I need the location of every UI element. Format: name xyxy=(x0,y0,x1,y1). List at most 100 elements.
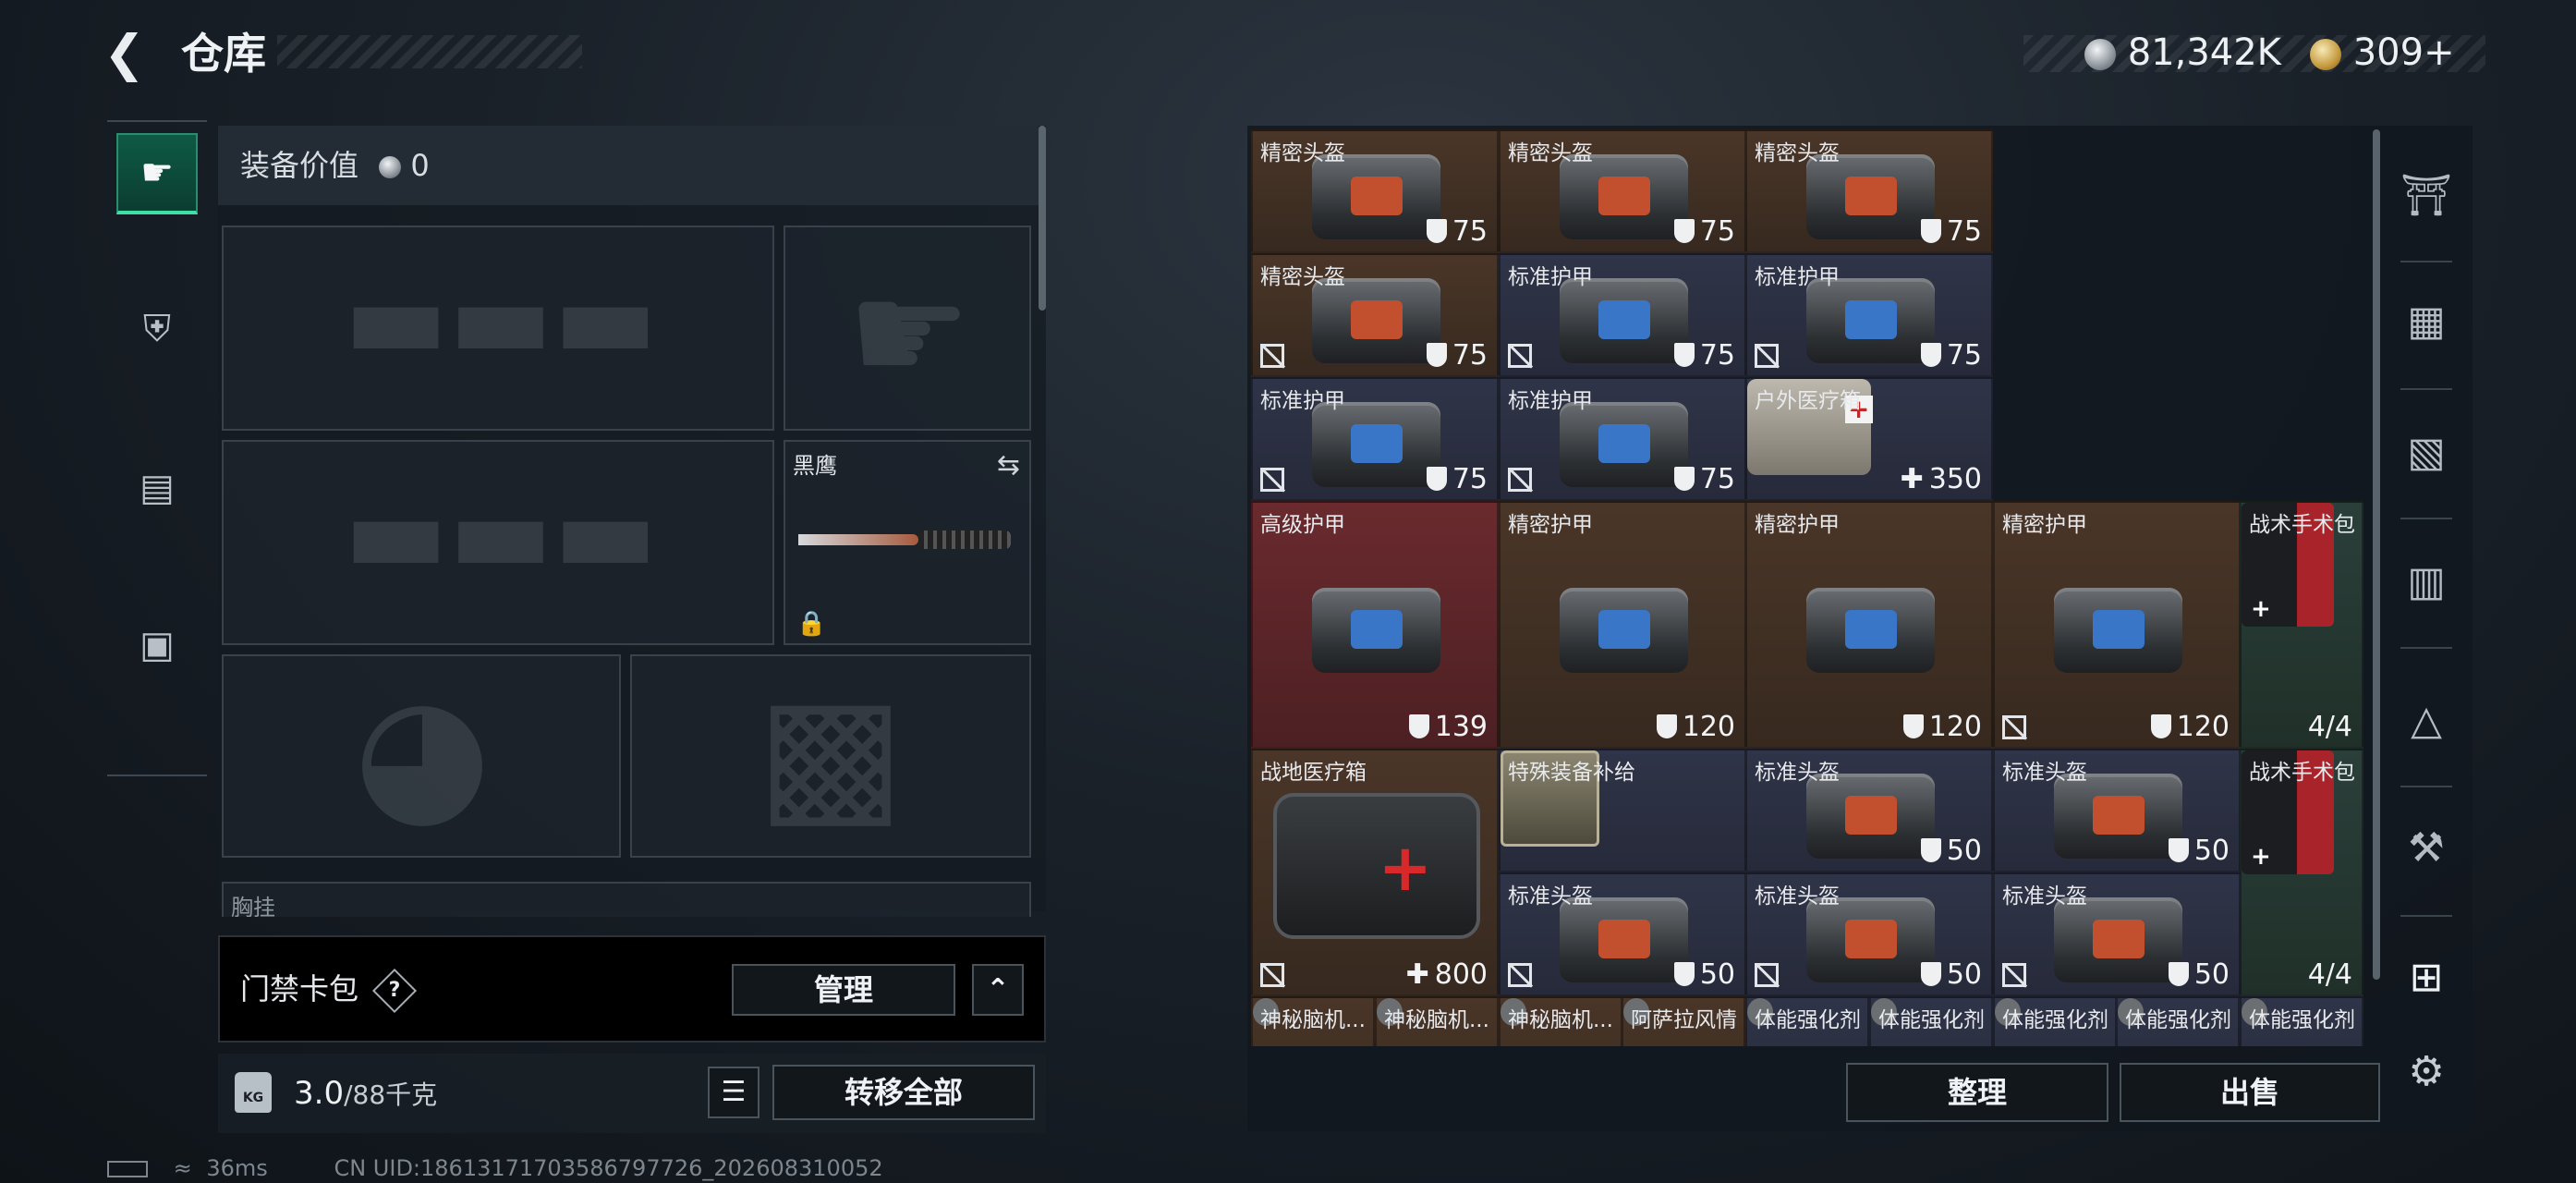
inventory-cell[interactable]: 标准护甲 75 xyxy=(1251,377,1499,501)
inventory-cell[interactable]: 体能强化剂 xyxy=(2240,996,2363,1046)
heal-icon: ✚ xyxy=(1405,958,1429,991)
silver-currency[interactable]: 81,342K xyxy=(2084,28,2281,78)
inventory-cell[interactable]: 标准护甲 75 xyxy=(1745,253,1993,377)
inventory-scrollbar[interactable] xyxy=(2373,129,2380,980)
item-value: ✚ 800 xyxy=(1406,958,1488,991)
card-pack-label: 门禁卡包 xyxy=(240,971,359,1006)
manage-button[interactable]: 管理 xyxy=(732,964,955,1016)
equipment-scrollbar[interactable] xyxy=(1039,126,1046,311)
inventory-cell[interactable]: + 战地医疗箱 ✚ 800 xyxy=(1251,749,1499,996)
inventory-cell[interactable]: + 战术手术包 4/4 xyxy=(2240,501,2363,749)
inventory-cell[interactable]: 标准头盔 50 xyxy=(1745,749,1993,872)
battery-icon xyxy=(107,1161,148,1177)
list-view-button[interactable]: ☰ xyxy=(708,1067,759,1118)
expand-storage-3-button[interactable]: ▥ xyxy=(2397,553,2456,612)
add-storage-button[interactable]: ⊞ xyxy=(2397,948,2456,1007)
inventory-cell[interactable]: + 战术手术包 4/4 xyxy=(2240,749,2363,996)
expand-storage-1-button[interactable]: ▦ xyxy=(2397,292,2456,351)
item-value: 4/4 xyxy=(2308,958,2352,991)
helmet-case-icon xyxy=(1560,154,1689,239)
pistol-slot[interactable]: ☛ xyxy=(784,226,1031,431)
help-icon[interactable]: ? xyxy=(372,968,418,1014)
inventory-cell[interactable]: 标准头盔 50 xyxy=(1993,872,2241,996)
shield-icon xyxy=(1673,343,1695,367)
case-emblem-icon xyxy=(1350,609,1403,650)
tool-divider xyxy=(2400,261,2452,262)
nav-weapons[interactable]: ☛ xyxy=(116,133,198,214)
inventory-cell[interactable]: 标准头盔 50 xyxy=(1745,872,1993,996)
inventory-cell[interactable]: 标准护甲 75 xyxy=(1499,253,1746,377)
inventory-cell[interactable]: 精密护甲 120 xyxy=(1499,501,1746,749)
item-name: 神秘脑机... xyxy=(1260,1008,1366,1032)
helmet-slot[interactable]: ◕ xyxy=(222,654,621,858)
tool-divider xyxy=(2400,647,2452,649)
item-value: 75 xyxy=(1426,215,1488,248)
chest-rig-slot[interactable]: 胸挂 xyxy=(222,882,1031,917)
item-value: 75 xyxy=(1673,215,1735,248)
inventory-cell[interactable]: 精密头盔 75 xyxy=(1499,129,1746,253)
expand-button[interactable]: ⌃ xyxy=(972,964,1024,1016)
melee-slot[interactable]: 黑鹰 ⇆ 🔒 xyxy=(784,440,1031,645)
knife-blade-icon xyxy=(798,534,918,545)
inventory-cell[interactable]: 精密头盔 75 xyxy=(1745,129,1993,253)
item-name: 精密护甲 xyxy=(1755,513,1840,537)
inventory-cell[interactable]: 精密护甲 120 xyxy=(1745,501,1993,749)
item-name: 精密头盔 xyxy=(1508,141,1593,165)
item-value-text: 75 xyxy=(1699,215,1735,248)
inventory-cell[interactable]: 高级护甲 139 xyxy=(1251,501,1499,749)
shield-icon xyxy=(1426,343,1447,367)
storage-tool-button[interactable]: ⛩ xyxy=(2397,166,2456,226)
item-name: 标准护甲 xyxy=(1260,389,1345,413)
inventory-cell[interactable]: 特殊装备补给 xyxy=(1499,749,1746,872)
inventory-cell[interactable]: 标准头盔 50 xyxy=(1499,872,1746,996)
item-name: 体能强化剂 xyxy=(1878,1008,1985,1032)
item-name: 精密头盔 xyxy=(1260,265,1345,289)
tool-divider xyxy=(2400,786,2452,787)
inventory-cell[interactable]: 体能强化剂 xyxy=(1993,996,2117,1046)
item-value: ✚ 350 xyxy=(1901,463,1982,495)
case-emblem-icon xyxy=(1350,423,1403,464)
inventory-cell[interactable]: 体能强化剂 xyxy=(1869,996,1993,1046)
unbound-icon xyxy=(1260,963,1284,987)
inventory-cell[interactable]: 标准头盔 50 xyxy=(1993,749,2241,872)
inventory-cell[interactable]: 精密护甲 120 xyxy=(1993,501,2241,749)
inventory-cell[interactable]: 神秘脑机... xyxy=(1251,996,1375,1046)
secondary-weapon-slot[interactable]: ▬▬▬ xyxy=(222,440,774,645)
pistol-icon: ☛ xyxy=(140,152,174,194)
nav-gear[interactable]: ⛨ xyxy=(116,288,198,370)
inventory-cell[interactable]: 精密头盔 75 xyxy=(1251,253,1499,377)
case-emblem-icon xyxy=(1598,299,1650,340)
back-button[interactable]: ❮ xyxy=(103,26,159,81)
expand-storage-5-button[interactable]: ⚒ xyxy=(2397,819,2456,878)
transfer-all-button[interactable]: 转移全部 xyxy=(772,1065,1035,1120)
storage-folder-icon: ▥ xyxy=(2407,558,2446,605)
inventory-cell[interactable]: 体能强化剂 xyxy=(2116,996,2240,1046)
inventory-cell[interactable]: 标准护甲 75 xyxy=(1499,377,1746,501)
sell-button[interactable]: 出售 xyxy=(2120,1063,2380,1122)
inventory-cell[interactable]: 神秘脑机... xyxy=(1499,996,1622,1046)
inventory-cell[interactable]: 神秘脑机... xyxy=(1375,996,1499,1046)
title-stripe xyxy=(277,35,582,68)
nav-case[interactable]: ▣ xyxy=(116,604,198,686)
inventory-cell[interactable]: 体能强化剂 xyxy=(1745,996,1869,1046)
gold-currency[interactable]: 309+ xyxy=(2310,28,2455,78)
inventory-cell[interactable]: 精密头盔 75 xyxy=(1251,129,1499,253)
nav-backpack[interactable]: ▤ xyxy=(116,447,198,529)
item-name: 战术手术包 xyxy=(2249,513,2355,537)
shield-icon xyxy=(1920,343,1941,367)
item-value-text: 120 xyxy=(1928,711,1982,743)
inventory-cell[interactable]: + 户外医疗箱 ✚ 350 xyxy=(1745,377,1993,501)
user-id: CN UID:18613171703586797726_202608310052 xyxy=(334,1155,883,1181)
expand-storage-4-button[interactable]: △ xyxy=(2397,691,2456,750)
swap-icon[interactable]: ⇆ xyxy=(997,449,1020,482)
unbound-icon xyxy=(1260,468,1284,492)
shield-icon xyxy=(1902,714,1924,738)
expand-storage-2-button[interactable]: ▧ xyxy=(2397,423,2456,482)
item-name: 精密护甲 xyxy=(1508,513,1593,537)
settings-button[interactable]: ⚙ xyxy=(2397,1043,2456,1102)
sort-button[interactable]: 整理 xyxy=(1846,1063,2108,1122)
item-value: 139 xyxy=(1408,711,1488,743)
armor-slot[interactable]: ▩ xyxy=(630,654,1031,858)
inventory-cell[interactable]: 阿萨拉风情 xyxy=(1622,996,1745,1046)
primary-weapon-slot[interactable]: ▬▬▬ xyxy=(222,226,774,431)
